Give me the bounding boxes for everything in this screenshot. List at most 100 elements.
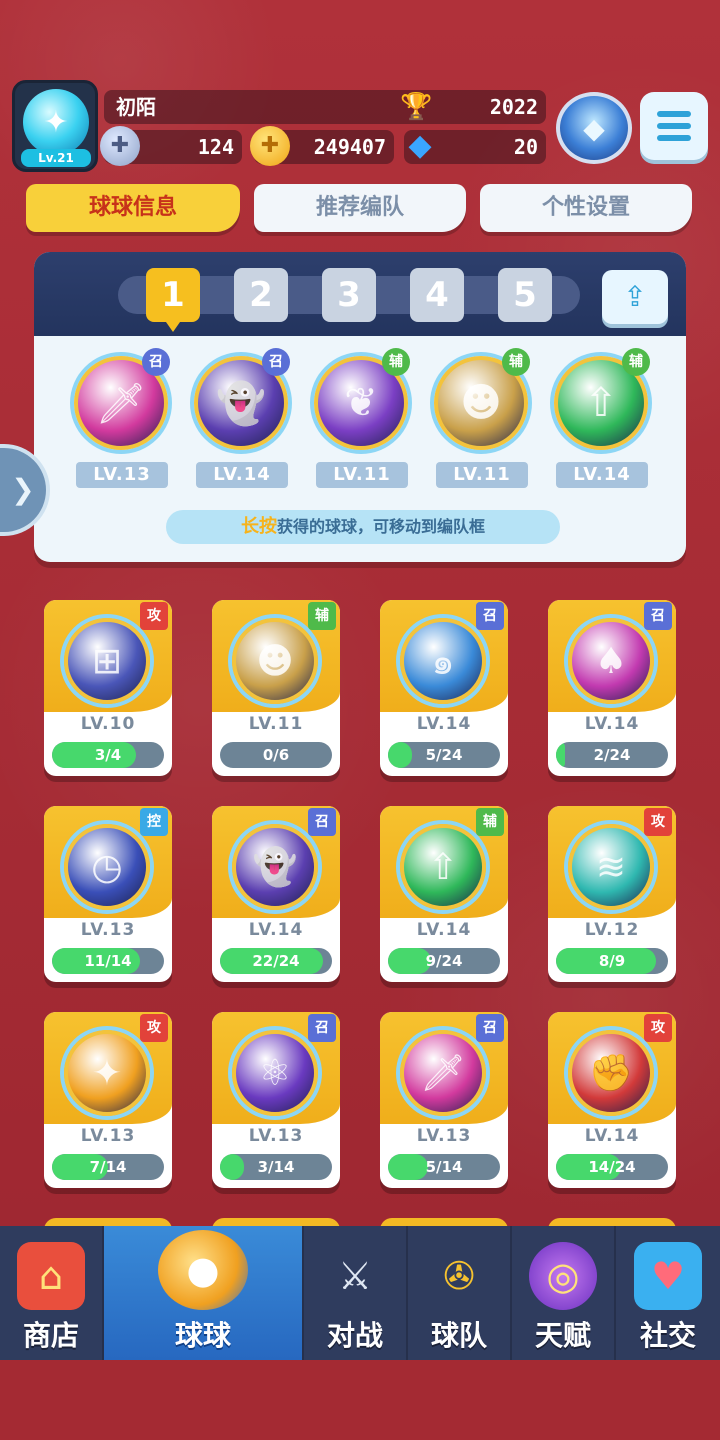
ball-level: LV.14 (196, 462, 288, 488)
share-icon[interactable]: ⇪ (602, 270, 668, 324)
lineup-slot-5[interactable]: 5 (498, 268, 552, 322)
nav-social[interactable]: ♥ 社交 (616, 1226, 720, 1360)
nav-label: 球球 (174, 1319, 231, 1352)
role-tag: 辅 (502, 348, 530, 376)
nav-shop[interactable]: ⌂ 商店 (0, 1226, 104, 1360)
nav-talent[interactable]: ◎ 天赋 (512, 1226, 616, 1360)
progress-text: 7/14 (89, 1158, 127, 1176)
menu-line (657, 123, 691, 129)
nav-label: 社交 (639, 1319, 696, 1352)
menu-button[interactable] (640, 92, 708, 160)
lineup-ball-2[interactable]: 👻 召 LV.14 (190, 348, 294, 488)
trophy-count: 2022 (489, 95, 538, 119)
ball-card[interactable]: ♠ 召 LV.14 2/24 (548, 600, 676, 776)
progress-text: 9/24 (425, 952, 463, 970)
ball-card[interactable]: ≋ 攻 LV.12 8/9 (548, 806, 676, 982)
shop-icon: ⌂ (17, 1242, 85, 1310)
card-progress: 5/14 (388, 1154, 500, 1180)
card-progress: 7/14 (52, 1154, 164, 1180)
whistle-icon: ✇ (443, 1254, 475, 1298)
nav-balls[interactable]: ● 球球 (104, 1226, 304, 1360)
lineup-hint: 长按获得的球球，可移动到编队框 (166, 510, 560, 544)
card-progress: 8/9 (556, 948, 668, 974)
ball-level: LV.13 (80, 1126, 136, 1146)
role-tag: 辅 (622, 348, 650, 376)
gem-plus-icon[interactable]: ◆ (400, 126, 440, 166)
ball-card[interactable]: ✦ 攻 LV.13 7/14 (44, 1012, 172, 1188)
ball-level: LV.14 (248, 920, 304, 940)
ball-card[interactable]: ✊ 攻 LV.14 14/24 (548, 1012, 676, 1188)
ball-card[interactable]: ◷ 控 LV.13 11/14 (44, 806, 172, 982)
type-tag: 控 (140, 808, 168, 836)
progress-text: 2/24 (593, 746, 631, 764)
name-bar: 初陌 🏆 2022 (104, 90, 546, 124)
nav-label: 商店 (22, 1319, 79, 1352)
card-progress: 22/24 (220, 948, 332, 974)
card-progress: 0/6 (220, 742, 332, 768)
progress-text: 14/24 (588, 1158, 636, 1176)
atom-icon: ⚛ (232, 1030, 318, 1116)
role-tag: 辅 (382, 348, 410, 376)
lineup-ball-1[interactable]: 🗡 召 LV.13 (70, 348, 174, 488)
ball-card[interactable]: ⊞ 攻 LV.10 3/4 (44, 600, 172, 776)
coin-plus-icon[interactable]: ✚ (250, 126, 290, 166)
card-progress: 11/14 (52, 948, 164, 974)
type-tag: 辅 (308, 602, 336, 630)
lineup-ball-5[interactable]: ⇧ 辅 LV.14 (550, 348, 654, 488)
card-progress: 14/24 (556, 1154, 668, 1180)
energy-counter[interactable]: ✚ 124 (100, 126, 242, 166)
energy-plus-icon[interactable]: ✚ (100, 126, 140, 166)
avatar-level: Lv.21 (21, 149, 91, 167)
ball-icon: ● (158, 1230, 248, 1310)
trophy-icon: 🏆 (400, 92, 433, 122)
tornado-icon: ≋ (568, 824, 654, 910)
nav-team[interactable]: ✇ 球队 (408, 1226, 512, 1360)
type-tag: 召 (308, 808, 336, 836)
tab-recommended-lineup[interactable]: 推荐编队 (254, 184, 466, 232)
ball-level: LV.13 (80, 920, 136, 940)
lineup-slot-1[interactable]: 1 (146, 268, 200, 332)
progress-text: 22/24 (252, 952, 300, 970)
dice-icon: ⊞ (64, 618, 150, 704)
ball-level: LV.10 (80, 714, 136, 734)
type-tag: 召 (476, 1014, 504, 1042)
card-progress: 5/24 (388, 742, 500, 768)
coin-counter[interactable]: ✚ 249407 (250, 126, 394, 166)
ball-card[interactable]: 🗡 召 LV.13 5/14 (380, 1012, 508, 1188)
ball-card[interactable]: ☻ 辅 LV.11 0/6 (212, 600, 340, 776)
type-tag: 攻 (644, 1014, 672, 1042)
progress-text: 8/9 (598, 952, 626, 970)
ball-card[interactable]: ⚛ 召 LV.13 3/14 (212, 1012, 340, 1188)
ball-level: LV.13 (248, 1126, 304, 1146)
type-tag: 攻 (140, 602, 168, 630)
gem-value: 20 (513, 135, 538, 159)
type-tag: 召 (308, 1014, 336, 1042)
card-progress: 3/4 (52, 742, 164, 768)
tab-ball-info[interactable]: 球球信息 (26, 184, 240, 232)
ball-level: LV.14 (416, 920, 472, 940)
ball-card[interactable]: ⇧ 辅 LV.14 9/24 (380, 806, 508, 982)
lineup-slot-4[interactable]: 4 (410, 268, 464, 322)
menu-line (657, 135, 691, 141)
role-tag: 召 (262, 348, 290, 376)
ball-level: LV.12 (584, 920, 640, 940)
lineup-slot-2[interactable]: 2 (234, 268, 288, 322)
player-avatar[interactable]: ✦ Lv.21 (12, 80, 98, 172)
mushroom-icon: ♠ (568, 618, 654, 704)
card-progress: 9/24 (388, 948, 500, 974)
ball-card[interactable]: 👻 召 LV.14 22/24 (212, 806, 340, 982)
tab-personal-settings[interactable]: 个性设置 (480, 184, 692, 232)
card-progress: 3/14 (220, 1154, 332, 1180)
lineup-panel-header: 1 2 3 4 5 ⇪ (34, 252, 686, 336)
ball-card[interactable]: ๑召 LV.14 5/24 (380, 600, 508, 776)
nav-battle[interactable]: ⚔ 对战 (304, 1226, 408, 1360)
ball-level: LV.14 (584, 714, 640, 734)
avatar-orb-icon: ✦ (23, 89, 89, 155)
rank-badge-icon[interactable]: ◆ (556, 92, 632, 164)
lineup-ball-3[interactable]: ❦ 辅 LV.11 (310, 348, 414, 488)
lineup-slot-3[interactable]: 3 (322, 268, 376, 322)
lineup-ball-4[interactable]: ☻ 辅 LV.11 (430, 348, 534, 488)
player-name: 初陌 (116, 95, 156, 119)
type-tag: 召 (476, 602, 504, 630)
gem-counter[interactable]: ◆ 20 (404, 129, 546, 164)
